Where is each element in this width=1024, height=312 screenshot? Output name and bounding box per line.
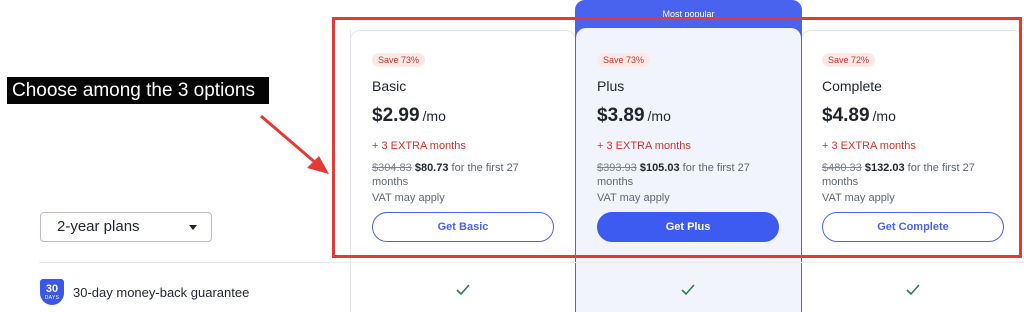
vat-note: VAT may apply <box>372 192 445 204</box>
plan-basic: Save 73% Basic $2.99/mo + 3 EXTRA months… <box>372 50 556 242</box>
check-icon <box>906 284 920 296</box>
get-complete-button[interactable]: Get Complete <box>822 212 1004 242</box>
total-price: $480.33 $132.03 for the first 27 months <box>822 162 975 188</box>
savings-badge: Save 73% <box>597 53 651 67</box>
chevron-down-icon <box>189 225 197 230</box>
plan-duration-value: 2-year plans <box>57 218 140 235</box>
check-icon <box>456 284 470 296</box>
plan-name: Complete <box>822 78 882 94</box>
plan-name: Basic <box>372 78 407 94</box>
plan-plus: Save 73% Plus $3.89/mo + 3 EXTRA months … <box>597 50 781 242</box>
extra-months: + 3 EXTRA months <box>822 140 916 152</box>
plan-price: $3.89/mo <box>597 105 671 126</box>
total-price: $393.93 $105.03 for the first 27 months <box>597 162 750 188</box>
guarantee-text: 30-day money-back guarantee <box>73 284 250 300</box>
plan-name: Plus <box>597 78 625 94</box>
most-popular-label: Most popular <box>662 9 715 19</box>
get-plus-button[interactable]: Get Plus <box>597 212 779 242</box>
shield-icon: 30 DAYS <box>40 279 64 305</box>
row-divider <box>39 262 1024 263</box>
vat-note: VAT may apply <box>597 192 670 204</box>
extra-months: + 3 EXTRA months <box>597 140 691 152</box>
plan-price: $2.99/mo <box>372 105 446 126</box>
total-price: $304.83 $80.73 for the first 27 months <box>372 162 519 188</box>
savings-badge: Save 73% <box>372 53 426 67</box>
annotation-label: Choose among the 3 options <box>7 77 269 104</box>
plan-duration-select[interactable]: 2-year plans <box>40 212 212 242</box>
vat-note: VAT may apply <box>822 192 895 204</box>
money-back-guarantee: 30 DAYS 30-day money-back guarantee <box>40 279 249 305</box>
savings-badge: Save 72% <box>822 53 876 67</box>
check-icon <box>681 284 695 296</box>
get-basic-button[interactable]: Get Basic <box>372 212 554 242</box>
extra-months: + 3 EXTRA months <box>372 140 466 152</box>
plan-complete: Save 72% Complete $4.89/mo + 3 EXTRA mon… <box>822 50 1006 242</box>
annotation-arrow-icon <box>260 114 329 174</box>
plan-price: $4.89/mo <box>822 105 896 126</box>
